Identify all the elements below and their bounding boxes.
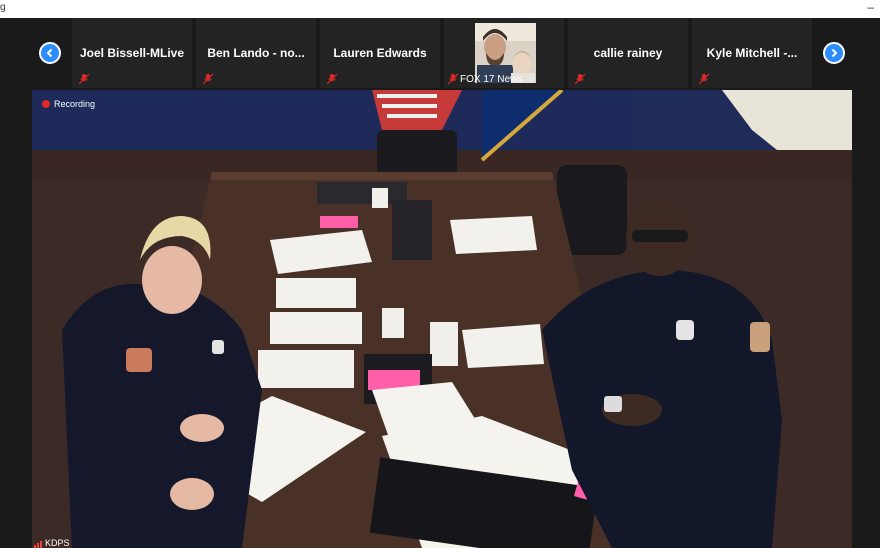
participant-tile[interactable]: Lauren Edwards [320,18,440,88]
video-frame [32,90,852,548]
muted-mic-icon [698,73,710,85]
participant-name: FOX 17 News [460,74,523,85]
active-speaker-label: KDPS [34,538,70,548]
next-page-button[interactable] [823,42,845,64]
muted-mic-icon [574,73,586,85]
active-speaker-name: KDPS [45,538,70,548]
participant-tile[interactable]: Joel Bissell-MLive [72,18,192,88]
window-title: g [0,2,6,13]
muted-mic-icon [202,73,214,85]
minimize-button[interactable]: – [867,0,874,14]
signal-strength-icon [34,540,42,548]
participant-tile[interactable]: callie rainey [568,18,688,88]
chevron-right-icon [831,48,838,58]
muted-mic-icon [78,73,90,85]
muted-mic-icon [447,73,459,85]
participant-strip: Joel Bissell-MLive Ben Lando - no... Lau… [0,18,880,90]
participant-name: Ben Lando - no... [207,46,305,60]
participant-name: Joel Bissell-MLive [79,46,185,60]
participant-name: callie rainey [593,46,663,60]
chevron-left-icon [46,48,53,58]
previous-page-button[interactable] [39,42,61,64]
active-speaker-video [32,90,852,548]
participant-name: Lauren Edwards [333,46,427,60]
participant-tile-video[interactable]: FOX 17 News [444,18,564,88]
participant-tile[interactable]: Ben Lando - no... [196,18,316,88]
participant-tile[interactable]: Kyle Mitchell -... [692,18,812,88]
recording-label: Recording [54,99,96,109]
recording-indicator: Recording [42,99,95,109]
muted-mic-icon [326,73,338,85]
recording-icon [42,100,50,108]
title-bar: g – [0,0,880,18]
participant-name: Kyle Mitchell -... [706,46,798,60]
